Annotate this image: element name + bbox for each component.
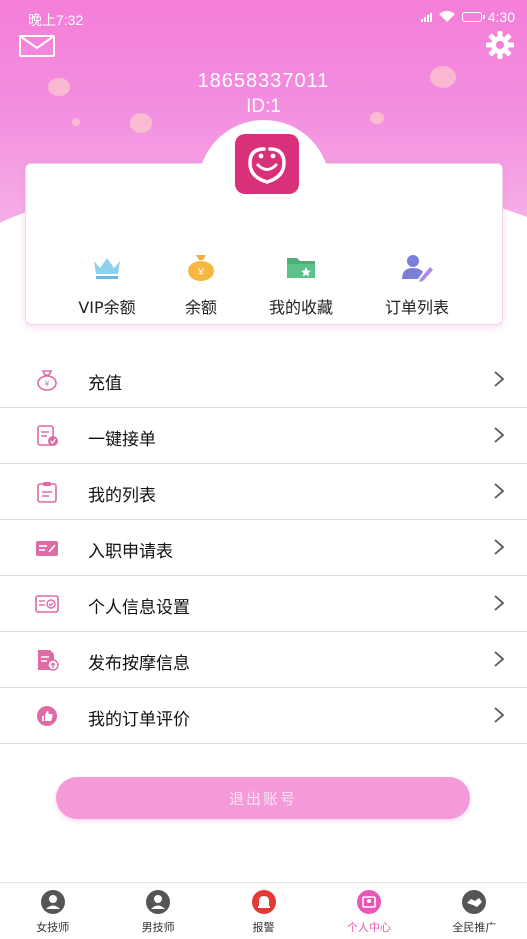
menu-item-publish-massage-info[interactable]: 发布按摩信息 xyxy=(0,632,527,688)
folder-star-icon xyxy=(287,258,315,278)
menu-item-recharge[interactable]: ¥ 充值 xyxy=(0,352,527,408)
menu-label: 我的订单评价 xyxy=(88,710,190,730)
id-card-icon xyxy=(36,541,58,556)
money-bag-icon: ¥ xyxy=(37,370,57,391)
menu-label: 入职申请表 xyxy=(88,542,173,562)
tab-alarm[interactable]: 报警 xyxy=(211,883,316,939)
female-avatar-icon xyxy=(40,890,65,914)
tab-label: 报警 xyxy=(252,921,275,934)
status-icons: 4:30 xyxy=(420,6,515,28)
tab-label: 全民推广 xyxy=(452,921,497,934)
status-time: 晚上7:32 xyxy=(28,12,84,28)
bottom-tab-bar: 女技师 男技师 报警 个人中心 全民推广 xyxy=(0,882,527,939)
chevron-right-icon xyxy=(494,539,505,555)
wifi-icon xyxy=(438,11,455,22)
chevron-right-icon xyxy=(494,595,505,611)
chevron-right-icon xyxy=(494,427,505,443)
personal-center-icon xyxy=(356,890,381,914)
logout-button[interactable]: 退出账号 xyxy=(56,777,470,819)
quick-order-list[interactable]: 订单列表 xyxy=(352,252,482,318)
user-edit-icon xyxy=(402,255,433,282)
menu-item-accept-order[interactable]: 一键接单 xyxy=(0,408,527,464)
alarm-bell-icon xyxy=(251,890,276,914)
document-check-icon xyxy=(37,425,58,446)
tab-male-therapist[interactable]: 男技师 xyxy=(105,883,210,939)
profile-card-icon xyxy=(35,595,59,613)
menu-item-application-form[interactable]: 入职申请表 xyxy=(0,520,527,576)
menu-item-profile-settings[interactable]: 个人信息设置 xyxy=(0,576,527,632)
menu-item-order-reviews[interactable]: 我的订单评价 xyxy=(0,688,527,744)
svg-text:¥: ¥ xyxy=(197,267,204,278)
quick-label: 我的收藏 xyxy=(268,298,333,317)
clipboard-icon xyxy=(37,482,57,503)
menu-item-my-list[interactable]: 我的列表 xyxy=(0,464,527,520)
battery-icon xyxy=(461,12,485,22)
handshake-icon xyxy=(462,890,487,914)
thumbs-up-icon xyxy=(37,706,57,726)
tab-label: 个人中心 xyxy=(346,921,391,934)
menu-label: 充值 xyxy=(88,374,122,394)
tab-label: 女技师 xyxy=(36,921,70,934)
document-publish-icon xyxy=(38,650,59,671)
menu-label: 一键接单 xyxy=(88,430,156,450)
user-id: ID:1 xyxy=(246,96,281,117)
tab-label: 男技师 xyxy=(141,921,175,934)
tab-promotion[interactable]: 全民推广 xyxy=(422,883,527,939)
male-avatar-icon xyxy=(146,890,171,914)
signal-icon xyxy=(420,12,432,22)
crown-icon xyxy=(94,258,120,279)
menu-label: 我的列表 xyxy=(88,486,156,506)
chevron-right-icon xyxy=(494,707,505,723)
quick-label: 订单列表 xyxy=(384,298,449,317)
tab-female-therapist[interactable]: 女技师 xyxy=(0,883,105,939)
svg-text:¥: ¥ xyxy=(44,380,50,389)
menu-list: ¥ 充值 一键接单 我的列表 入职申请表 个人信息设置 发布按摩信息 我的订单评… xyxy=(0,352,527,744)
menu-label: 个人信息设置 xyxy=(88,598,190,618)
mail-icon[interactable] xyxy=(19,35,55,57)
quick-favorites[interactable]: 我的收藏 xyxy=(236,252,366,318)
chevron-right-icon xyxy=(494,371,505,387)
decor-bubble xyxy=(72,118,80,126)
user-phone: 18658337011 xyxy=(197,70,330,92)
chevron-right-icon xyxy=(494,483,505,499)
gear-icon[interactable] xyxy=(485,30,515,60)
app-logo xyxy=(235,134,299,194)
money-bag-icon: ¥ xyxy=(188,255,214,281)
smile-heart-icon xyxy=(248,147,286,184)
menu-label: 发布按摩信息 xyxy=(88,654,190,674)
tab-personal-center[interactable]: 个人中心 xyxy=(316,883,421,939)
status-clock: 4:30 xyxy=(487,9,515,25)
chevron-right-icon xyxy=(494,651,505,667)
